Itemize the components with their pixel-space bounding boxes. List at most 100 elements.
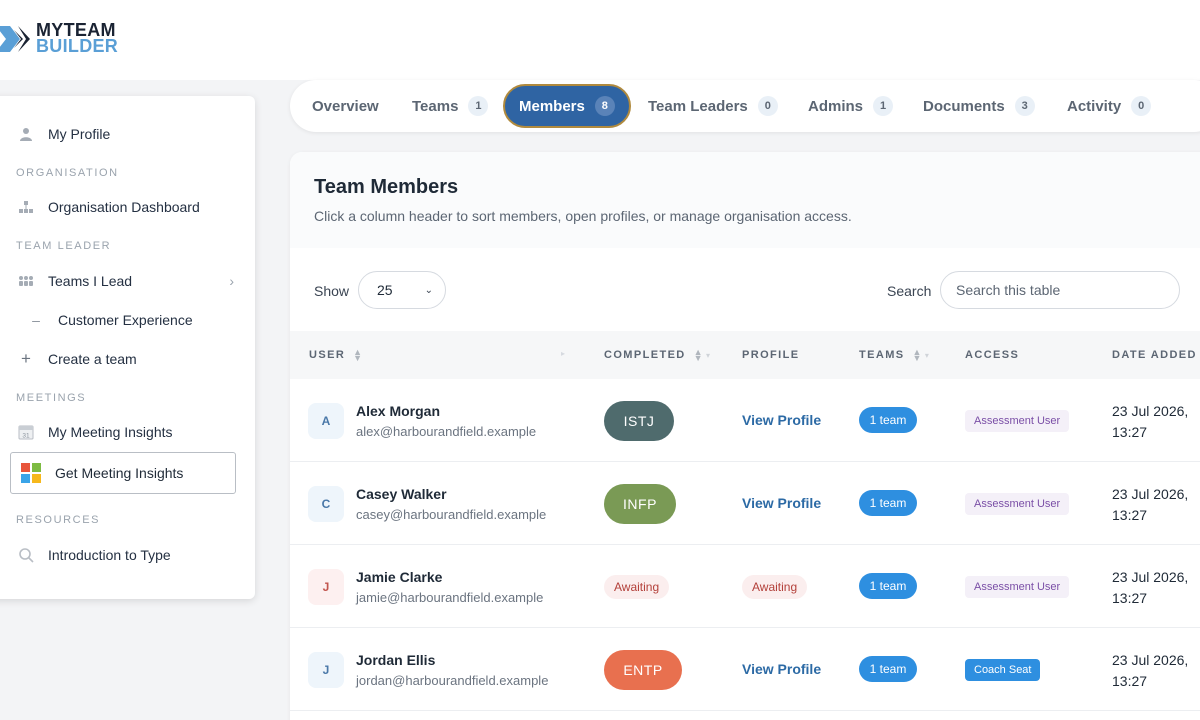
sort-icon: ▾	[924, 350, 931, 360]
org-chart-icon	[16, 200, 36, 214]
sidebar-item-create-team[interactable]: + Create a team	[16, 346, 137, 372]
teams-badge[interactable]: 1 team	[859, 407, 917, 433]
awaiting-badge: Awaiting	[604, 575, 670, 599]
page-size-select[interactable]: 25 ⌄	[358, 271, 446, 309]
user-name[interactable]: Casey Walker	[356, 486, 447, 502]
teams-badge[interactable]: 1 team	[859, 656, 917, 682]
calendar-day: 31	[22, 433, 30, 440]
get-meeting-insights-label: Get Meeting Insights	[55, 465, 184, 481]
tab-documents[interactable]: Documents 3	[923, 85, 1035, 127]
search-label: Search	[887, 283, 932, 299]
tab-label: Overview	[312, 97, 379, 115]
table-row[interactable]: J Jamie Clarke jamie@harbourandfield.exa…	[290, 545, 1200, 628]
access-badge[interactable]: Assessment User	[965, 576, 1070, 598]
time-value: 13:27	[1112, 507, 1148, 523]
sidebar-section-team-leader: TEAM LEADER	[16, 240, 112, 252]
table-header: USER ▲ ▼ ▸ COMPLETED ▲ ▼ ▾ PROFILE TEAMS ▲…	[290, 331, 1200, 379]
sidebar-item-label: My Profile	[48, 126, 111, 142]
tab-count-badge: 0	[757, 96, 778, 116]
type-badge: ISTJ	[604, 401, 674, 441]
teams-badge[interactable]: 1 team	[859, 490, 917, 516]
view-profile-link[interactable]: View Profile	[742, 661, 821, 677]
search-icon	[16, 547, 36, 563]
tab-team-leaders[interactable]: Team Leaders 0	[648, 85, 778, 127]
user-email: jamie@harbourandfield.example	[356, 590, 544, 605]
awaiting-badge: Awaiting	[742, 575, 808, 599]
type-badge: INFP	[604, 484, 676, 524]
user-email: jordan@harbourandfield.example	[356, 673, 549, 688]
column-header-access[interactable]: ACCESS	[965, 349, 1019, 361]
page-size-value: 25	[377, 282, 393, 298]
avatar: A	[308, 403, 344, 439]
column-label: ACCESS	[965, 349, 1020, 361]
column-header-profile[interactable]: PROFILE	[742, 349, 799, 361]
page-subtitle: Click a column header to sort members, o…	[314, 208, 852, 224]
tab-count-badge: 8	[594, 96, 615, 116]
column-header-completed[interactable]: COMPLETED ▲ ▼ ▾	[604, 348, 712, 363]
column-label: USER	[309, 349, 346, 361]
show-label: Show	[314, 283, 350, 299]
tab-count-badge: 3	[1014, 96, 1035, 116]
sidebar-item-org-dashboard[interactable]: Organisation Dashboard	[16, 194, 200, 220]
teams-badge[interactable]: 1 team	[859, 573, 917, 599]
sidebar-section-resources: RESOURCES	[16, 514, 101, 526]
user-email: casey@harbourandfield.example	[356, 507, 547, 522]
column-header-date-added[interactable]: DATE ADDED ▲▼	[1112, 349, 1200, 361]
sidebar-item-label: Organisation Dashboard	[48, 199, 200, 215]
sidebar-item-teams-i-lead[interactable]: Teams I Lead ›	[16, 268, 234, 294]
top-bar: MYTEAM BUILDER	[0, 0, 1200, 80]
tab-members[interactable]: Members 8	[503, 84, 631, 128]
tab-bar: Overview Teams 1 Members 8 Team Leaders …	[290, 80, 1200, 132]
person-icon	[16, 127, 36, 141]
brand-line-2: BUILDER	[36, 36, 119, 56]
team-members-card: Team Members Click a column header to so…	[290, 152, 1200, 720]
table-row[interactable]: A Alex Morgan alex@harbourandfield.examp…	[290, 379, 1200, 462]
card-header: Team Members Click a column header to so…	[290, 152, 1200, 248]
time-value: 13:27	[1112, 424, 1148, 440]
user-name[interactable]: Alex Morgan	[356, 403, 440, 419]
user-email: alex@harbourandfield.example	[356, 424, 537, 439]
sidebar-section-meetings: MEETINGS	[16, 392, 87, 404]
user-name[interactable]: Jordan Ellis	[356, 652, 435, 668]
tab-activity[interactable]: Activity 0	[1067, 85, 1152, 127]
tab-label: Admins	[808, 97, 864, 115]
access-badge[interactable]: Assessment User	[965, 493, 1070, 515]
user-name[interactable]: Jamie Clarke	[356, 569, 442, 585]
column-header-user[interactable]: USER ▲ ▼	[309, 348, 363, 363]
tab-label: Team Leaders	[648, 97, 748, 115]
sidebar-section-organisation: ORGANISATION	[16, 167, 119, 179]
view-profile-link[interactable]: View Profile	[742, 495, 821, 511]
view-profile-link[interactable]: View Profile	[742, 412, 821, 428]
access-badge[interactable]: Coach Seat	[965, 659, 1041, 681]
sidebar-item-customer-experience[interactable]: – Customer Experience	[26, 307, 193, 333]
sidebar: My Profile ORGANISATION Organisation Das…	[0, 96, 255, 599]
sidebar-item-my-meeting-insights[interactable]: 31 My Meeting Insights	[16, 419, 173, 445]
sidebar-item-label: Customer Experience	[58, 312, 193, 328]
tab-teams[interactable]: Teams 1	[412, 85, 489, 127]
brand-logo[interactable]: MYTEAM BUILDER	[0, 20, 120, 60]
tab-overview[interactable]: Overview	[312, 85, 379, 127]
sort-indicator: ▸	[561, 349, 567, 358]
plus-icon: +	[21, 349, 31, 368]
time-value: 13:27	[1112, 673, 1148, 689]
tab-label: Members	[519, 97, 585, 115]
column-label: COMPLETED	[604, 349, 686, 361]
tab-count-badge: 1	[873, 96, 894, 116]
column-header-teams[interactable]: TEAMS ▲ ▼ ▾	[859, 348, 931, 363]
column-label: DATE ADDED	[1112, 349, 1197, 361]
people-icon	[16, 275, 36, 287]
sidebar-item-my-profile[interactable]: My Profile	[16, 121, 110, 147]
sidebar-item-label: Introduction to Type	[48, 547, 171, 563]
date-added: 23 Jul 2026, 13:27	[1112, 650, 1200, 692]
search-input[interactable]	[940, 271, 1180, 309]
calendar-icon: 31	[16, 424, 36, 440]
sort-icon: ▾	[705, 350, 712, 360]
table-row[interactable]: C Casey Walker casey@harbourandfield.exa…	[290, 462, 1200, 545]
sidebar-item-label: My Meeting Insights	[48, 424, 173, 440]
get-meeting-insights-button[interactable]: Get Meeting Insights	[10, 452, 236, 494]
access-badge[interactable]: Assessment User	[965, 410, 1070, 432]
tab-admins[interactable]: Admins 1	[808, 85, 894, 127]
tab-label: Documents	[923, 97, 1005, 115]
sidebar-item-intro-to-type[interactable]: Introduction to Type	[16, 542, 171, 568]
table-row[interactable]: J Jordan Ellis jordan@harbourandfield.ex…	[290, 628, 1200, 711]
